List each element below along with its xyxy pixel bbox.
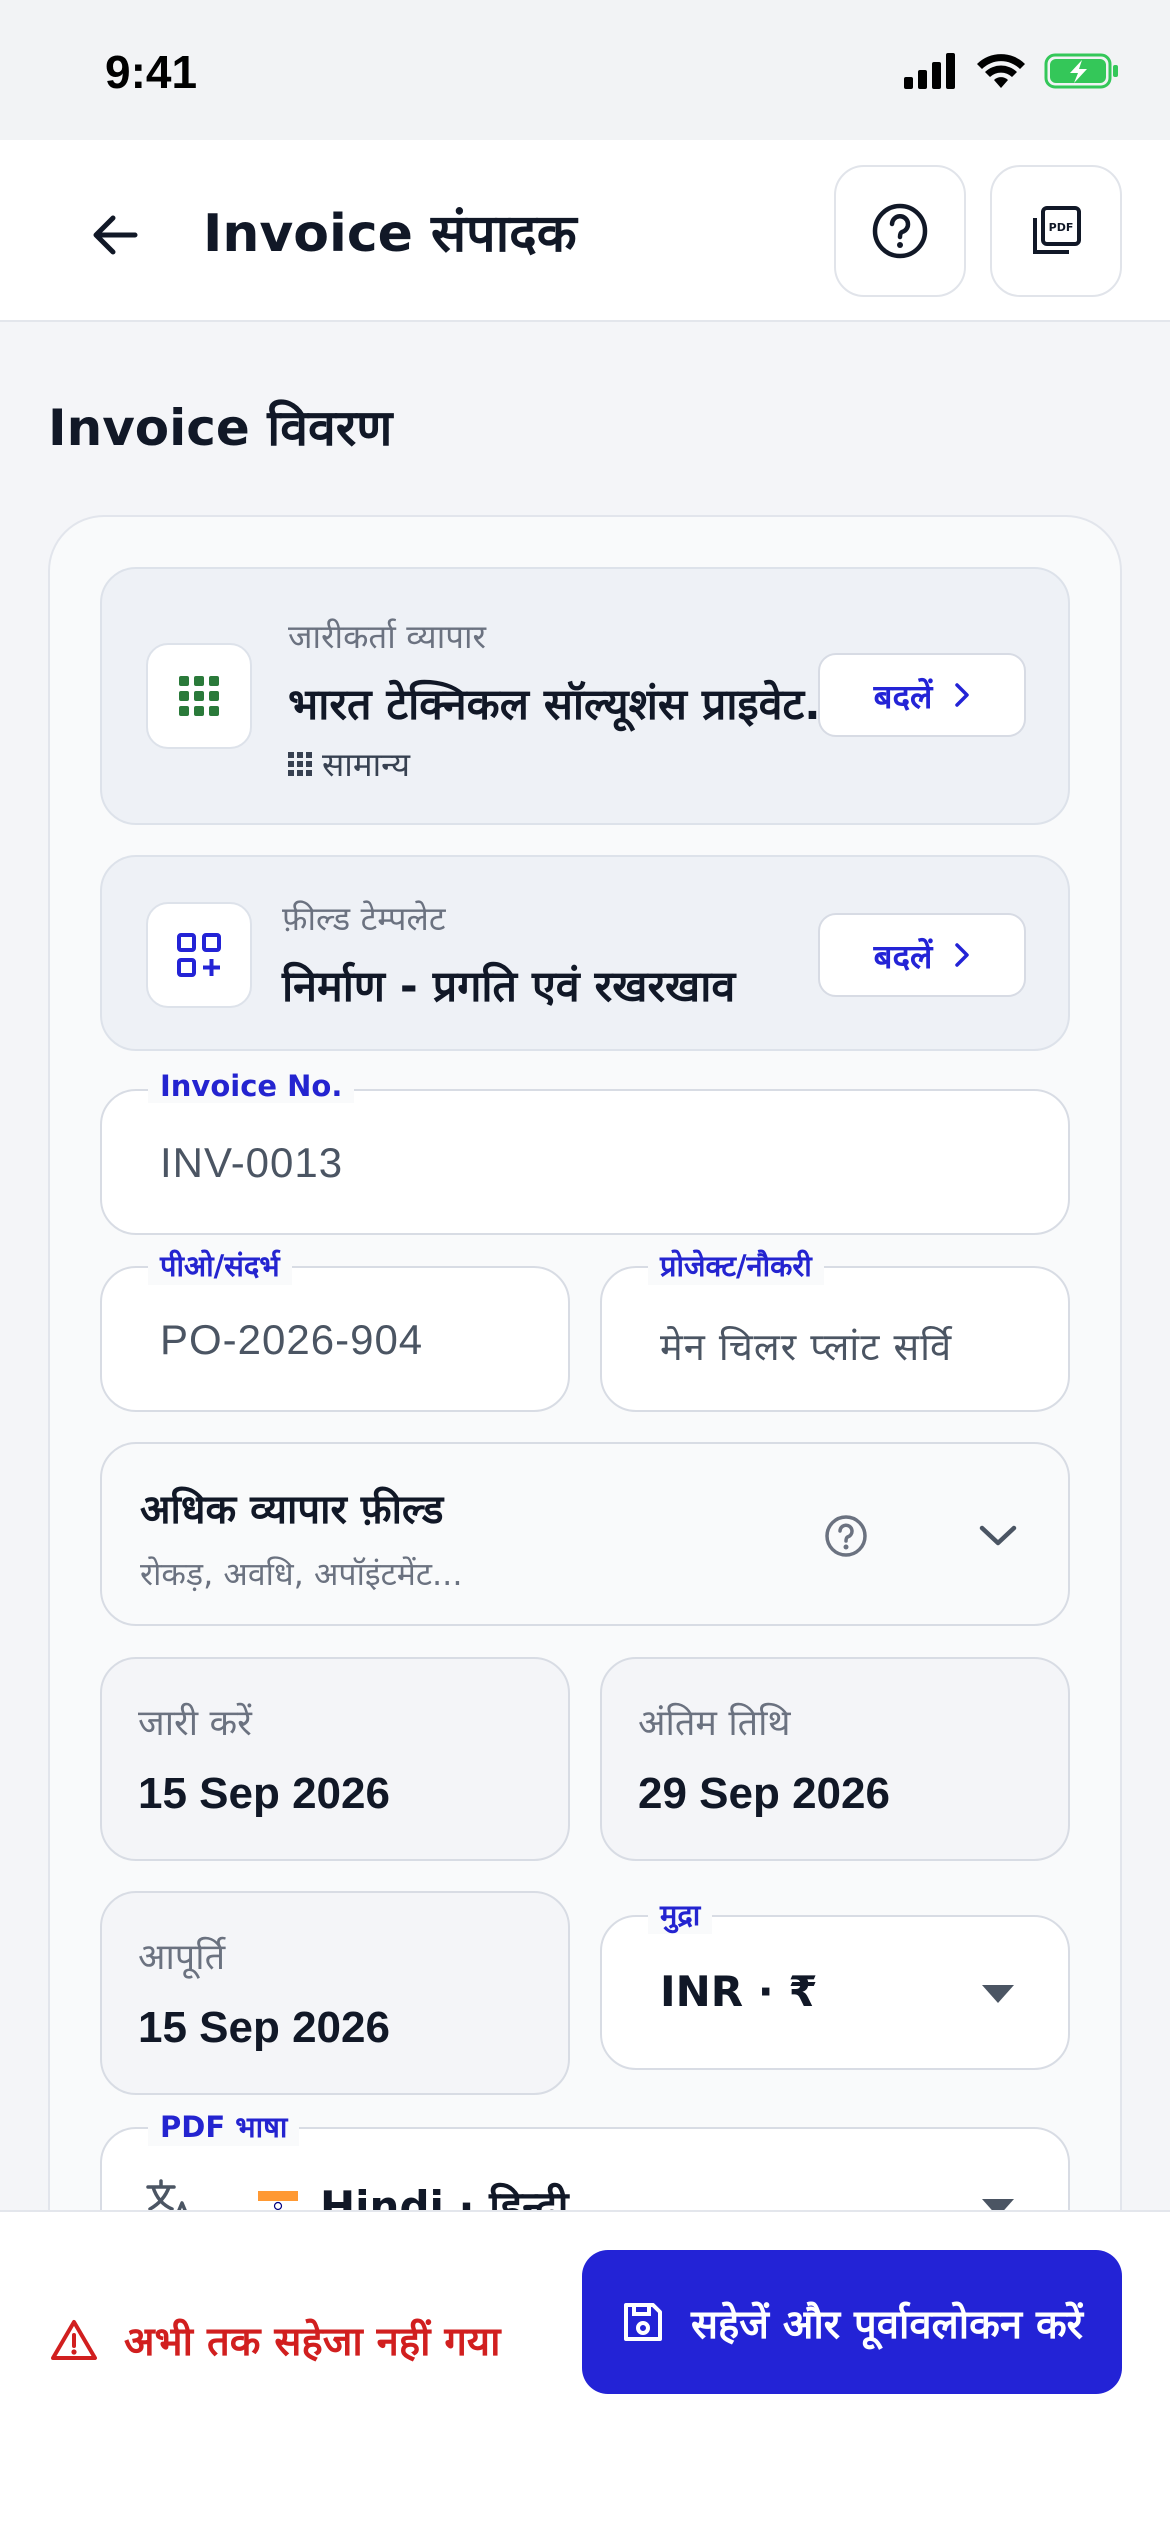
chevron-right-icon (955, 683, 970, 707)
project-job-label: प्रोजेक्ट/नौकरी (648, 1246, 824, 1285)
supply-date-value: 15 Sep 2026 (138, 2003, 390, 2052)
issue-date-field[interactable]: जारी करें 15 Sep 2026 (100, 1657, 570, 1861)
issue-date-label: जारी करें (138, 1703, 252, 1744)
unsaved-text: अभी तक सहेजा नहीं गया (124, 2319, 501, 2365)
extra-fields-subtitle: रोकड़, अवधि, अपॉइंटमेंट... (140, 1555, 463, 1593)
grid-small-icon (288, 751, 312, 776)
back-button[interactable] (80, 200, 150, 270)
extra-fields-title: अधिक व्यापार फ़ील्ड (140, 1487, 444, 1533)
arrow-left-icon (93, 215, 138, 255)
pdf-file-icon: PDF (1033, 206, 1081, 254)
invoice-number-value: INV-0013 (160, 1139, 344, 1186)
due-date-field[interactable]: अंतिम तिथि 29 Sep 2026 (600, 1657, 1070, 1861)
help-button[interactable] (834, 165, 966, 297)
template-name: निर्माण - प्रगति एवं रखरखाव (282, 962, 736, 1012)
issuer-label: जारीकर्ता व्यापार (288, 617, 487, 656)
help-circle-icon (872, 203, 928, 259)
business-tile (146, 643, 252, 749)
invoice-number-label: Invoice No. (148, 1069, 355, 1103)
section-title: Invoice विवरण (48, 399, 393, 457)
help-circle-icon[interactable] (824, 1514, 868, 1558)
currency-select[interactable]: मुद्रा INR · ₹ (600, 1895, 1070, 2070)
warning-triangle-icon (51, 2319, 97, 2360)
issue-date-value: 15 Sep 2026 (138, 1769, 390, 1818)
project-job-value: मेन चिलर प्लांट सर्वि (660, 1325, 953, 1369)
po-reference-field[interactable]: पीओ/संदर्भ PO-2026-904 (100, 1246, 570, 1412)
pdf-button[interactable]: PDF (990, 165, 1122, 297)
bottom-action-bar: अभी तक सहेजा नहीं गया सहेजें और पूर्वावल… (0, 2210, 1170, 2532)
issuer-category: सामान्य (288, 741, 410, 786)
chevron-right-icon (955, 943, 970, 967)
field-template-box: फ़ील्ड टेम्पलेट निर्माण - प्रगति एवं रखर… (100, 855, 1070, 1051)
wifi-icon (977, 54, 1025, 88)
save-and-preview-label: सहेजें और पूर्वावलोकन करें (690, 2301, 1084, 2348)
issuer-category-label: सामान्य (322, 745, 411, 784)
po-reference-value: PO-2026-904 (160, 1316, 424, 1363)
unsaved-indicator: अभी तक सहेजा नहीं गया (50, 2312, 500, 2367)
issuer-business-box: जारीकर्ता व्यापार भारत टेक्निकल सॉल्यूशं… (100, 567, 1070, 825)
page-title: Invoice संपादक (203, 204, 577, 264)
due-date-value: 29 Sep 2026 (638, 1769, 890, 1818)
caret-down-icon (982, 1985, 1014, 2003)
save-and-preview-button[interactable]: सहेजें और पूर्वावलोकन करें (582, 2250, 1122, 2394)
po-reference-label: पीओ/संदर्भ (148, 1246, 292, 1285)
grid-icon (179, 676, 219, 716)
status-time: 9:41 (105, 46, 198, 98)
template-tile (146, 902, 252, 1008)
svg-text:PDF: PDF (1049, 221, 1074, 234)
extra-business-fields[interactable]: अधिक व्यापार फ़ील्ड रोकड़, अवधि, अपॉइंटम… (100, 1442, 1070, 1626)
change-template-button[interactable]: बदलें (818, 913, 1026, 997)
issuer-name: भारत टेक्निकल सॉल्यूशंस प्राइवेट... (288, 680, 848, 730)
change-template-label: बदलें (873, 936, 933, 976)
signal-icon (904, 53, 955, 89)
change-issuer-label: बदलें (873, 676, 933, 716)
invoice-number-field[interactable]: Invoice No. INV-0013 (100, 1069, 1070, 1235)
status-icons (904, 52, 1120, 90)
currency-value: INR · ₹ (660, 1967, 818, 2016)
save-icon (623, 2303, 662, 2341)
apps-add-icon (177, 933, 221, 977)
project-job-field[interactable]: प्रोजेक्ट/नौकरी मेन चिलर प्लांट सर्वि (600, 1246, 1070, 1412)
battery-charging-icon (1044, 53, 1118, 89)
app-header: Invoice संपादक PDF (0, 140, 1170, 322)
change-issuer-button[interactable]: बदलें (818, 653, 1026, 737)
status-bar: 9:41 (0, 0, 1170, 140)
template-label: फ़ील्ड टेम्पलेट (282, 899, 446, 938)
supply-date-label: आपूर्ति (138, 1937, 226, 1978)
currency-label: मुद्रा (648, 1895, 713, 1934)
due-date-label: अंतिम तिथि (638, 1703, 791, 1744)
pdf-language-label: PDF भाषा (148, 2107, 300, 2146)
supply-date-field[interactable]: आपूर्ति 15 Sep 2026 (100, 1891, 570, 2095)
chevron-down-icon[interactable] (978, 1524, 1018, 1548)
